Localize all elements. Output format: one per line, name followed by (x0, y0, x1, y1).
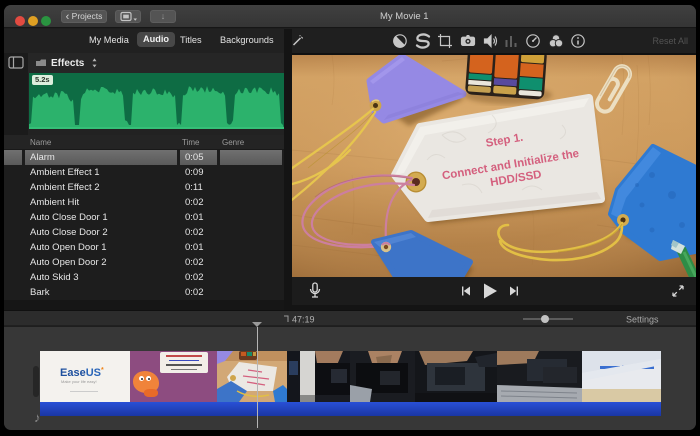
svg-text:47:19: 47:19 (292, 315, 315, 325)
svg-text:Settings: Settings (626, 315, 659, 325)
svg-text:Effects: Effects (51, 58, 85, 69)
